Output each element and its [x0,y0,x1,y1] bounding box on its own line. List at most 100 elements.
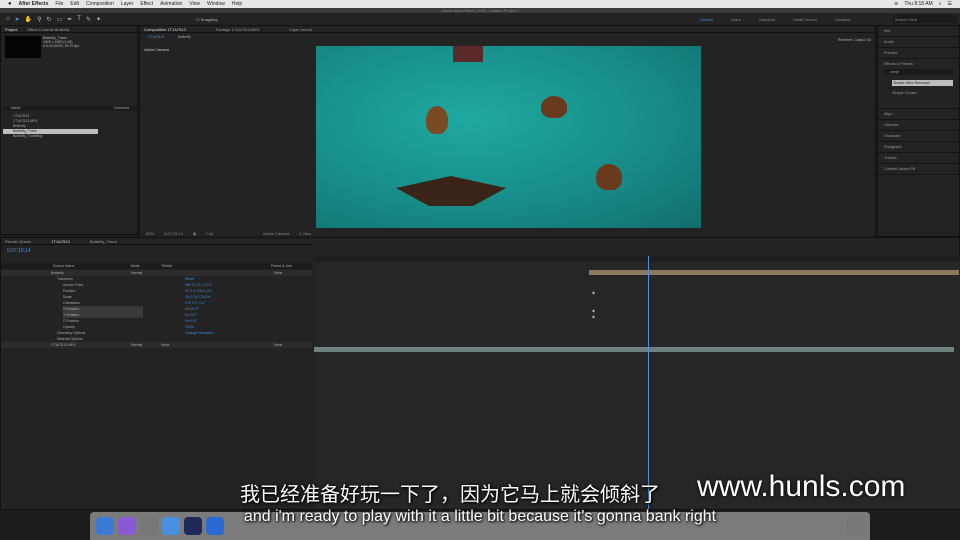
tab-timeline-comp[interactable]: 1T1A7513 [51,239,69,244]
renderer-label[interactable]: Renderer: Classic 3D [838,38,871,42]
menu-view[interactable]: View [189,1,200,7]
list-item[interactable]: Butterfly_Tumbling [3,134,137,139]
rotate-tool-icon[interactable]: ↻ [47,16,52,23]
keyframe-icon[interactable]: ◆ [592,314,595,319]
wifi-icon[interactable]: ≋ [894,1,898,7]
breadcrumb-item[interactable]: Butterfly [178,35,191,39]
panel-paragraph[interactable]: Paragraph [878,142,959,153]
header-source-name[interactable]: Source Name [53,263,131,269]
info-duration: Δ 0;00;00;00, 29.97 fps [43,44,80,48]
spotlight-icon[interactable]: ⌕ [939,1,942,7]
layer-outline: Render Queue 1T1A7513 Butterfly_Trans 0;07… [1,238,312,509]
menu-help[interactable]: Help [232,1,242,7]
resolution-select[interactable]: Full [206,231,212,236]
butterfly-selected-image[interactable] [426,106,448,134]
time-ruler[interactable] [314,256,960,262]
layer-name[interactable]: 1T1A7513.MP4 [51,342,75,348]
apple-icon[interactable]: ● [8,1,12,7]
menu-window[interactable]: Window [207,1,225,7]
column-name[interactable]: Name [11,106,20,111]
project-thumbnail [5,36,41,58]
camera-label: Active Camera [144,48,169,52]
workspace-libraries[interactable]: Libraries [835,17,850,22]
menu-composition[interactable]: Composition [86,1,114,7]
header-mode[interactable]: Mode [131,263,161,269]
workspace-learn[interactable]: Learn [731,17,741,22]
effect-result[interactable]: Simple Choker [892,91,953,95]
keyframe-icon[interactable]: ◆ [592,290,595,295]
panel-character[interactable]: Character [878,131,959,142]
breadcrumb-item[interactable]: 1T1A7513 [148,35,164,39]
menu-edit[interactable]: Edit [70,1,79,7]
butterfly-image [596,164,622,190]
panel-info[interactable]: Info [878,26,959,37]
project-panel: Project Effect Controls Butterfly Butterf… [0,25,138,235]
layer-headers: Source Name Mode TrkMat Parent & Link [1,263,312,269]
snapping-label: Snapping [200,16,218,22]
header-trkmat[interactable]: TrkMat [161,263,271,269]
notification-icon[interactable]: ☰ [948,1,952,7]
breadcrumb: 1T1A7513 Butterfly [140,33,875,41]
workspace-bar: Default Learn Standard Small Screen Libr… [700,13,850,25]
snapping-checkbox[interactable]: ☐ Snapping [196,17,218,22]
workspace-small-screen[interactable]: Small Screen [793,17,817,22]
book-image [396,176,506,206]
playhead[interactable] [648,256,649,509]
tab-footage[interactable]: Footage 1T1A7513.MP4 [216,27,260,32]
menu-animation[interactable]: Animation [160,1,182,7]
pen-tool-icon[interactable]: ✒ [67,16,72,23]
search-help-input[interactable]: Search Help [893,15,957,23]
snapshot-icon[interactable]: ◉ [193,231,197,236]
effect-result[interactable]: Simple Wire Removal [892,80,953,86]
composition-frame[interactable] [316,46,701,228]
clock[interactable]: Thu 8:18 AM [904,1,932,7]
timeline-timecode[interactable]: 0;07;19;14 [7,248,31,254]
app-menu[interactable]: After Effects [19,1,49,7]
column-comment[interactable]: Comment [114,106,129,111]
subtitle-english: and i'm ready to play with it a little b… [243,508,717,525]
hand-tool-icon[interactable]: ✋ [25,16,32,23]
panel-tracker[interactable]: Tracker [878,153,959,164]
view-layout-select[interactable]: 1 View [299,231,311,236]
panel-align[interactable]: Align [878,109,959,120]
rectangle-tool-icon[interactable]: ▭ [57,16,63,23]
layer-trkmat[interactable]: None [161,342,169,348]
layer-parent[interactable]: None [274,342,282,348]
project-info: Butterfly_Trans 1920 x 1080 (1.00) Δ 0;0… [43,36,79,48]
home-icon[interactable]: ⌂ [6,16,10,22]
type-tool-icon[interactable]: T [77,16,81,22]
workspace-default[interactable]: Default [700,17,713,22]
selection-tool-icon[interactable]: ➤ [15,16,20,23]
brush-tool-icon[interactable]: ✎ [86,16,91,23]
layer-bar-butterfly[interactable] [589,270,959,275]
effects-presets-title[interactable]: Effects & Presets [884,62,953,66]
puppet-tool-icon[interactable]: ✦ [96,16,101,23]
tab-render-queue[interactable]: Render Queue [5,239,31,244]
menu-file[interactable]: File [55,1,63,7]
tab-timeline-trans[interactable]: Butterfly_Trans [90,239,117,244]
panel-preview[interactable]: Preview [878,48,959,59]
camera-select[interactable]: Active Camera [263,231,289,236]
tab-composition[interactable]: Composition 1T1A7513 [144,27,186,32]
tab-project[interactable]: Project [5,27,17,32]
viewer-controls: 50% 0;07;19;14 ◉ Full Active Camera 1 Vi… [140,229,875,237]
layer-row[interactable]: 1T1A7513.MP4 Normal None None [1,342,312,348]
layer-mode[interactable]: Normal [131,342,142,348]
panel-content-aware-fill[interactable]: Content-Aware Fill [878,164,959,175]
layer-bar-footage[interactable] [314,347,954,352]
tab-effect-controls[interactable]: Effect Controls Butterfly [27,27,69,32]
panel-audio[interactable]: Audio [878,37,959,48]
zoom-tool-icon[interactable]: ⚲ [37,16,41,23]
tab-layer[interactable]: Layer (none) [289,27,312,32]
menu-layer[interactable]: Layer [121,1,134,7]
project-columns: Name Comment [3,106,137,111]
effects-search-input[interactable]: simpl [884,69,953,75]
zoom-select[interactable]: 50% [146,231,154,236]
keyframe-icon[interactable]: ◆ [592,308,595,313]
header-parent[interactable]: Parent & Link [271,263,292,269]
current-time[interactable]: 0;07;19;14 [164,231,183,236]
status-area: ≋ Thu 8:18 AM ⌕ ☰ [894,0,952,8]
menu-effect[interactable]: Effect [140,1,153,7]
panel-libraries[interactable]: Libraries [878,120,959,131]
workspace-standard[interactable]: Standard [759,17,775,22]
